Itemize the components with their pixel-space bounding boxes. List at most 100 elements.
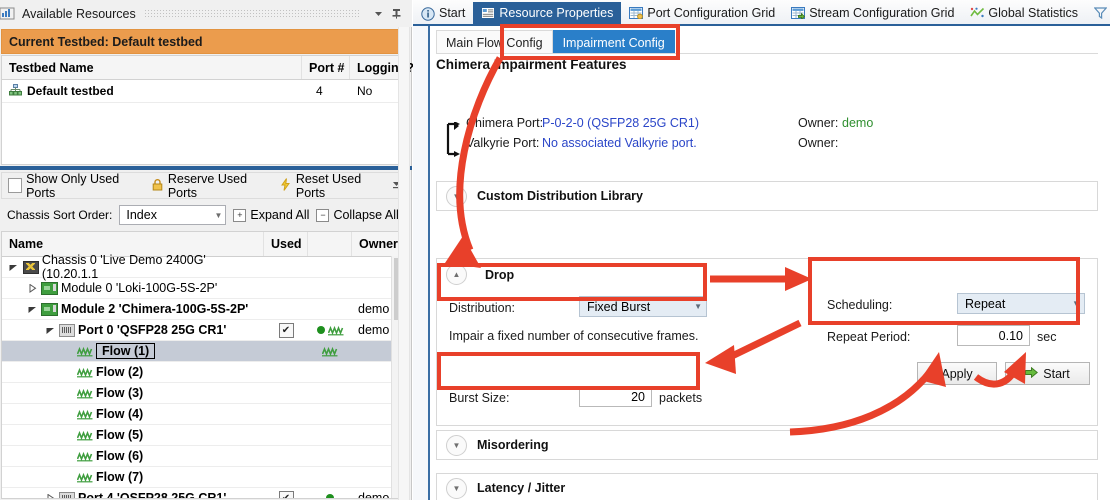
chevron-down-icon[interactable]: ▼ bbox=[446, 434, 467, 456]
tree-row-used-cell[interactable] bbox=[264, 278, 308, 298]
tree-expander-open-icon[interactable] bbox=[44, 326, 56, 335]
reserve-used-ports-button[interactable]: Reserve Used Ports bbox=[151, 172, 271, 200]
tree-row-used-cell[interactable]: ✔ bbox=[264, 320, 308, 340]
chevron-down-icon[interactable] bbox=[369, 5, 387, 23]
tree-row-label: Module 0 'Loki-100G-5S-2P' bbox=[61, 281, 218, 295]
valkyrie-port-value[interactable]: No associated Valkyrie port. bbox=[542, 136, 697, 150]
ribbon-tab-global-statistics[interactable]: Global Statistics bbox=[962, 2, 1086, 24]
chevron-down-icon[interactable]: ▼ bbox=[446, 477, 467, 499]
apply-button[interactable]: Apply bbox=[917, 362, 997, 385]
chevron-down-icon: ▼ bbox=[1072, 299, 1080, 308]
flow-icon bbox=[76, 451, 93, 462]
flow-icon bbox=[321, 346, 338, 357]
resource-tree-grid: Name Used Owner Chassis 0 'Live Demo 240… bbox=[1, 231, 407, 499]
tab-impairment-config[interactable]: Impairment Config bbox=[552, 30, 675, 54]
tree-row-used-cell[interactable] bbox=[264, 425, 308, 445]
tree-row-status-cell bbox=[308, 257, 352, 277]
chassis-sort-order-value: Index bbox=[126, 208, 157, 222]
tree-row[interactable]: Flow (4) bbox=[2, 404, 406, 425]
tree-row[interactable]: Flow (1) bbox=[2, 341, 406, 362]
tree-row-used-cell[interactable] bbox=[264, 404, 308, 424]
funnel-icon bbox=[1093, 7, 1108, 20]
tree-row-used-cell[interactable] bbox=[264, 362, 308, 382]
column-used[interactable]: Used bbox=[264, 232, 308, 256]
tree-row[interactable]: Flow (2) bbox=[2, 362, 406, 383]
section-latency-jitter[interactable]: ▼ Latency / Jitter bbox=[436, 473, 1098, 500]
valkyrie-owner-label: Owner: bbox=[798, 136, 839, 150]
plus-box-icon: + bbox=[233, 208, 247, 222]
tree-row-used-cell[interactable]: ✔ bbox=[264, 488, 308, 498]
ribbon-tab-label: Global Statistics bbox=[988, 6, 1079, 20]
burst-size-input[interactable]: 20 bbox=[579, 386, 652, 407]
section-misordering[interactable]: ▼ Misordering bbox=[436, 430, 1098, 460]
tree-row-name-cell: Flow (7) bbox=[2, 467, 264, 487]
tree-row-status-cell bbox=[308, 383, 352, 403]
ribbon-tab-stream-configuration-grid[interactable]: Stream Configuration Grid bbox=[783, 2, 962, 24]
tree-row-used-cell[interactable] bbox=[264, 257, 308, 277]
chimera-port-value[interactable]: P-0-2-0 (QSFP28 25G CR1) bbox=[542, 116, 699, 130]
ribbon-tab-filters[interactable]: Filters bbox=[1086, 2, 1110, 24]
tree-row-status-cell bbox=[308, 341, 352, 361]
chassis-sort-order-select[interactable]: Index ▼ bbox=[119, 205, 227, 225]
tree-row[interactable]: Port 0 'QSFP28 25G CR1' ✔ demo bbox=[2, 320, 406, 341]
tree-row-used-cell[interactable] bbox=[264, 299, 308, 319]
green-arrow-icon bbox=[1025, 366, 1039, 381]
table-row[interactable]: Default testbed 4 No bbox=[2, 80, 406, 103]
repeat-period-input[interactable]: 0.10 bbox=[957, 325, 1030, 346]
tree-row[interactable]: Port 4 'QSFP28 25G CR1' ✔ demo bbox=[2, 488, 406, 498]
ribbon-tab-label: Port Configuration Grid bbox=[647, 6, 776, 20]
burst-size-unit: packets bbox=[659, 391, 703, 405]
distribution-select[interactable]: Fixed Burst ▼ bbox=[579, 296, 707, 317]
pin-icon[interactable] bbox=[387, 5, 405, 23]
scheduling-select[interactable]: Repeat ▼ bbox=[957, 293, 1085, 314]
testbed-port-count: 4 bbox=[316, 84, 323, 98]
available-resources-panel: Available Resources Current Testbed: Def… bbox=[0, 0, 414, 500]
current-testbed-label: Current Testbed: Default testbed bbox=[9, 34, 203, 49]
chevron-up-icon[interactable]: ▲ bbox=[446, 264, 467, 285]
tree-row-used-cell[interactable] bbox=[264, 341, 308, 361]
tree-expander-open-icon[interactable] bbox=[8, 263, 20, 272]
tree-row-status-cell bbox=[308, 362, 352, 382]
tree-row-name-cell: Flow (3) bbox=[2, 383, 264, 403]
tree-row-used-cell[interactable] bbox=[264, 467, 308, 487]
expand-all-button[interactable]: + Expand All bbox=[233, 208, 309, 222]
chimera-owner-label: Owner: bbox=[798, 116, 839, 130]
ribbon-tab-resource-properties[interactable]: Resource Properties bbox=[473, 2, 622, 24]
column-port-count[interactable]: Port # bbox=[302, 56, 350, 79]
tree-row-used-cell[interactable] bbox=[264, 446, 308, 466]
tree-row[interactable]: Module 2 'Chimera-100G-5S-2P' demo bbox=[2, 299, 406, 320]
ribbon-tab-port-configuration-grid[interactable]: Port Configuration Grid bbox=[621, 2, 783, 24]
panel-title: Available Resources bbox=[22, 6, 136, 21]
tab-main-flow-config[interactable]: Main Flow Config bbox=[436, 30, 553, 54]
tree-expander-closed-icon[interactable] bbox=[44, 493, 56, 498]
start-button-label: Start bbox=[1043, 366, 1070, 381]
module-icon bbox=[41, 281, 58, 295]
tree-row[interactable]: Flow (5) bbox=[2, 425, 406, 446]
show-only-used-ports-checkbox[interactable]: Show Only Used Ports bbox=[8, 172, 143, 200]
reset-used-ports-button[interactable]: Reset Used Ports bbox=[279, 172, 386, 200]
section-custom-distribution-library[interactable]: ▼ Custom Distribution Library bbox=[436, 181, 1098, 211]
tree-expander-closed-icon[interactable] bbox=[26, 283, 38, 293]
tree-row[interactable]: Module 0 'Loki-100G-5S-2P' bbox=[2, 278, 406, 299]
collapse-all-button[interactable]: − Collapse All bbox=[316, 208, 399, 222]
chevron-down-icon: ▼ bbox=[694, 302, 702, 311]
chimera-port-label: Chimera Port: bbox=[466, 116, 544, 130]
ribbon-tab-start[interactable]: Start bbox=[413, 2, 473, 24]
column-status[interactable] bbox=[308, 232, 352, 256]
tree-row[interactable]: Flow (6) bbox=[2, 446, 406, 467]
chassis-sort-order-label: Chassis Sort Order: bbox=[7, 208, 113, 222]
tree-row[interactable]: Flow (3) bbox=[2, 383, 406, 404]
column-testbed-name[interactable]: Testbed Name bbox=[2, 56, 302, 79]
start-button[interactable]: Start bbox=[1005, 362, 1090, 385]
panel-splitter-scrollbar[interactable] bbox=[398, 27, 410, 500]
apply-button-label: Apply bbox=[941, 366, 973, 381]
tree-row-status-cell bbox=[308, 320, 352, 340]
page-title: Chimera Impairment Features bbox=[436, 57, 627, 72]
lightning-icon bbox=[279, 177, 292, 194]
tree-row[interactable]: Flow (7) bbox=[2, 467, 406, 488]
chevron-down-icon[interactable]: ▼ bbox=[446, 185, 467, 207]
tree-row-used-cell[interactable] bbox=[264, 383, 308, 403]
tree-row[interactable]: Chassis 0 'Live Demo 2400G' (10.20.1.1 bbox=[2, 253, 406, 281]
tree-expander-open-icon[interactable] bbox=[26, 305, 38, 314]
column-owner[interactable]: Owner bbox=[352, 232, 404, 256]
